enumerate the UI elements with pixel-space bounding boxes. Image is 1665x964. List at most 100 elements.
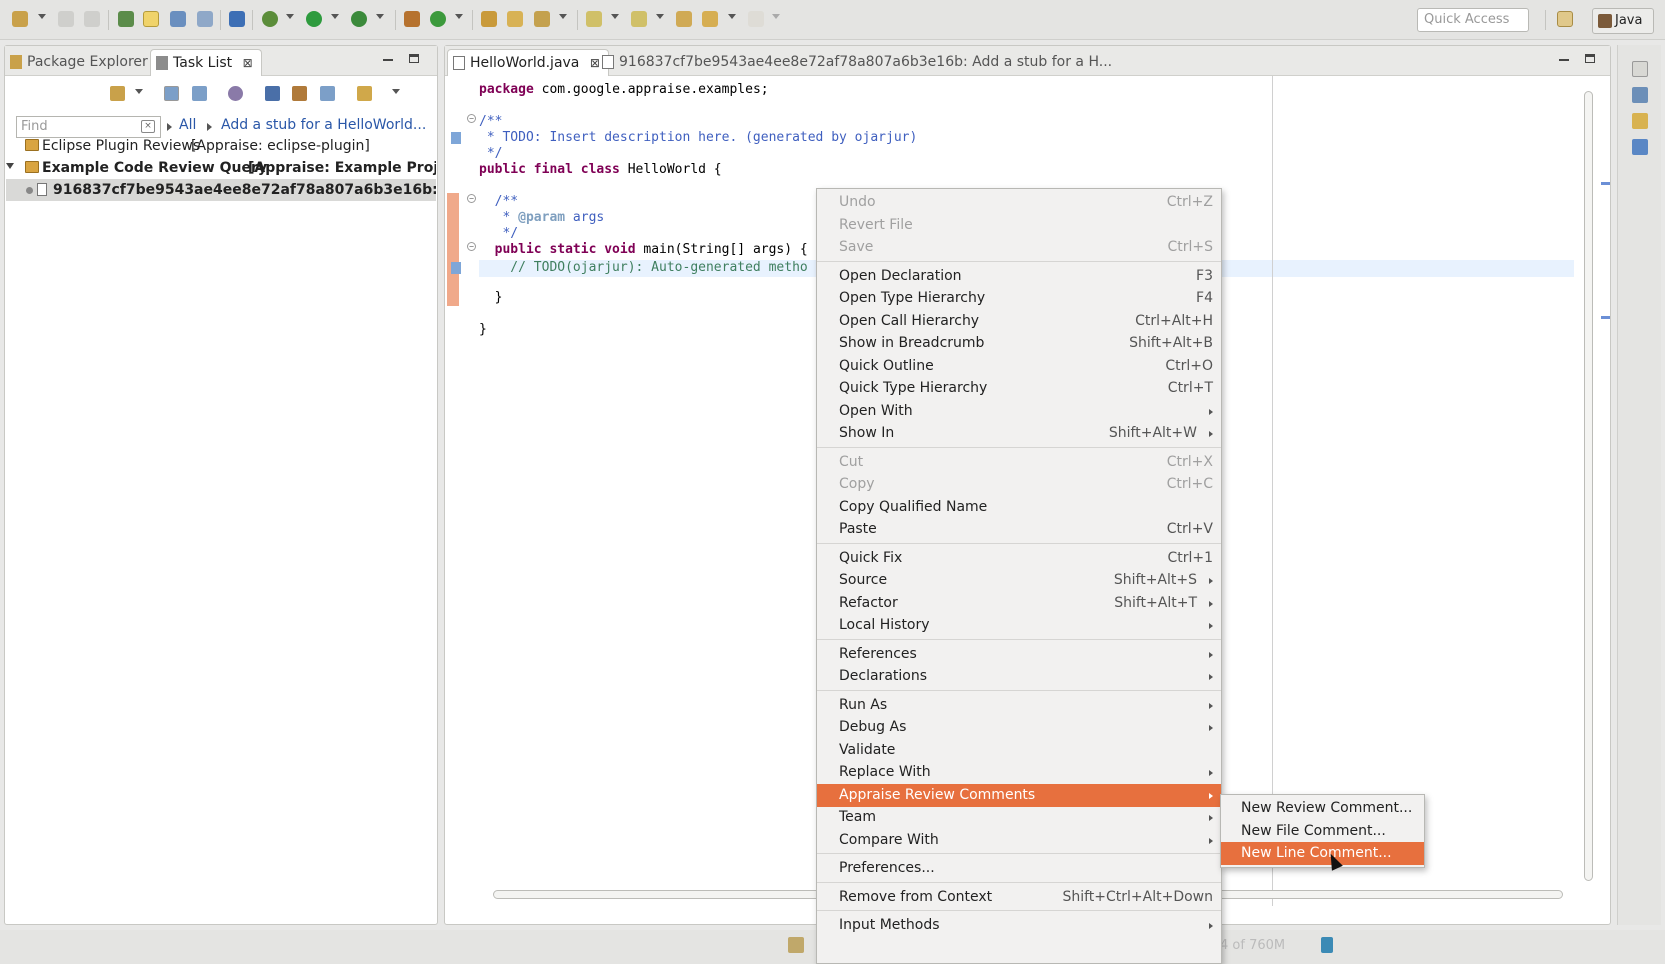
run-dropdown-icon[interactable] xyxy=(331,14,339,19)
review-comment-marker-icon[interactable] xyxy=(451,132,461,144)
submenu-item-new-file-comment[interactable]: New File Comment... xyxy=(1221,820,1424,843)
save-all-icon[interactable] xyxy=(84,11,100,27)
categorized-icon[interactable] xyxy=(164,86,179,101)
back-icon[interactable] xyxy=(702,11,718,27)
toggle-block-icon[interactable] xyxy=(170,11,186,27)
scrollbar-thumb[interactable] xyxy=(1584,91,1593,881)
menu-item-copy-qualified-name[interactable]: Copy Qualified Name xyxy=(817,496,1221,519)
last-edit-location-icon[interactable] xyxy=(676,11,692,27)
menu-item-declarations[interactable]: Declarations xyxy=(817,665,1221,688)
back-dropdown-icon[interactable] xyxy=(728,14,736,19)
menu-item-open-declaration[interactable]: Open Declaration F3 xyxy=(817,265,1221,288)
run-external-icon[interactable] xyxy=(351,11,367,27)
restore-icon[interactable] xyxy=(1632,61,1648,77)
forward-icon[interactable] xyxy=(748,11,764,27)
clear-icon[interactable]: × xyxy=(141,120,155,133)
task-repositories-icon[interactable] xyxy=(1632,113,1648,129)
maximize-icon[interactable] xyxy=(409,54,419,63)
search-dropdown-icon[interactable] xyxy=(559,14,567,19)
vertical-scrollbar[interactable] xyxy=(1582,76,1596,904)
previous-annotation-icon[interactable] xyxy=(631,11,647,27)
close-icon[interactable]: ⊠ xyxy=(243,50,253,76)
repository-icon[interactable] xyxy=(357,86,372,101)
fold-toggle-icon[interactable]: − xyxy=(467,194,476,203)
breadcrumb-task[interactable]: Add a stub for a HelloWorld... xyxy=(221,117,426,133)
run-icon[interactable] xyxy=(306,11,322,27)
view-menu-icon[interactable] xyxy=(392,89,400,94)
menu-item-preferences[interactable]: Preferences... xyxy=(817,857,1221,880)
task-repository-icon[interactable] xyxy=(118,11,134,27)
minimize-icon[interactable] xyxy=(1559,59,1569,61)
collapse-all-icon[interactable] xyxy=(320,86,335,101)
java-perspective-button[interactable]: Java xyxy=(1592,8,1654,34)
menu-item-quick-outline[interactable]: Quick Outline Ctrl+O xyxy=(817,355,1221,378)
menu-item-quick-fix[interactable]: Quick Fix Ctrl+1 xyxy=(817,547,1221,570)
menu-item-refactor[interactable]: Refactor Shift+Alt+T xyxy=(817,592,1221,615)
menu-item-references[interactable]: References xyxy=(817,643,1221,666)
fold-toggle-icon[interactable]: − xyxy=(467,242,476,251)
tab-helloworld-java[interactable]: HelloWorld.java ⊠ xyxy=(447,49,609,76)
debug-dropdown-icon[interactable] xyxy=(286,14,294,19)
overview-ruler-mark[interactable] xyxy=(1601,182,1610,185)
focus-icon[interactable] xyxy=(228,86,243,101)
menu-item-quick-type-hierarchy[interactable]: Quick Type Hierarchy Ctrl+T xyxy=(817,377,1221,400)
menu-item-source[interactable]: Source Shift+Alt+S xyxy=(817,569,1221,592)
problems-view-icon[interactable] xyxy=(1632,139,1648,155)
menu-item-open-type-hierarchy[interactable]: Open Type Hierarchy F4 xyxy=(817,287,1221,310)
minimize-icon[interactable] xyxy=(383,59,393,61)
menu-item-show-in[interactable]: Show In Shift+Alt+W xyxy=(817,422,1221,445)
tab-review-task[interactable]: 916837cf7be9543ae4ee8e72af78a807a6b3e16b… xyxy=(597,49,1120,76)
scheduled-icon[interactable] xyxy=(192,86,207,101)
tab-package-explorer[interactable]: Package Explorer xyxy=(5,49,156,76)
search-icon[interactable] xyxy=(534,11,550,27)
forward-dropdown-icon[interactable] xyxy=(772,14,780,19)
new-class-dropdown-icon[interactable] xyxy=(455,14,463,19)
submenu-item-new-line-comment[interactable]: New Line Comment... xyxy=(1221,842,1424,865)
external-dropdown-icon[interactable] xyxy=(376,14,384,19)
fold-toggle-icon[interactable]: − xyxy=(467,114,476,123)
menu-item-compare-with[interactable]: Compare With xyxy=(817,829,1221,852)
menu-item-input-methods[interactable]: Input Methods xyxy=(817,914,1221,937)
outline-view-icon[interactable] xyxy=(1632,87,1648,103)
open-task-icon[interactable] xyxy=(507,11,523,27)
overview-ruler-mark[interactable] xyxy=(1601,316,1610,319)
menu-item-show-in-breadcrumb[interactable]: Show in Breadcrumb Shift+Alt+B xyxy=(817,332,1221,355)
debug-icon[interactable] xyxy=(262,11,278,27)
menu-item-appraise-review-comments[interactable]: Appraise Review Comments xyxy=(817,783,1221,807)
quick-access-input[interactable]: Quick Access xyxy=(1417,8,1529,32)
menu-item-debug-as[interactable]: Debug As xyxy=(817,716,1221,739)
maximize-icon[interactable] xyxy=(1585,54,1595,63)
heap-status[interactable]: 4 of 760M xyxy=(1220,938,1285,953)
collapse-icon[interactable] xyxy=(265,86,280,101)
highlight-toggle-icon[interactable] xyxy=(143,11,159,27)
garbage-collect-icon[interactable] xyxy=(1321,937,1333,953)
new-wizard-icon[interactable] xyxy=(12,11,28,27)
review-comment-marker-icon[interactable] xyxy=(451,262,461,274)
open-perspective-icon[interactable] xyxy=(1557,11,1573,27)
next-annotation-dropdown-icon[interactable] xyxy=(611,14,619,19)
expand-arrow-icon[interactable] xyxy=(6,163,14,169)
menu-item-remove-from-context[interactable]: Remove from Context Shift+Ctrl+Alt+Down xyxy=(817,886,1221,909)
show-whitespace-icon[interactable] xyxy=(197,11,213,27)
menu-item-team[interactable]: Team xyxy=(817,806,1221,829)
synchronize-icon[interactable] xyxy=(292,86,307,101)
menu-item-open-call-hierarchy[interactable]: Open Call Hierarchy Ctrl+Alt+H xyxy=(817,310,1221,333)
new-package-icon[interactable] xyxy=(404,11,420,27)
tab-task-list[interactable]: Task List ⊠ xyxy=(150,49,262,76)
next-annotation-icon[interactable] xyxy=(586,11,602,27)
menu-item-replace-with[interactable]: Replace With xyxy=(817,761,1221,784)
new-class-icon[interactable] xyxy=(430,11,446,27)
status-icon[interactable] xyxy=(788,937,804,953)
tree-item-review-task[interactable]: 916837cf7be9543ae4ee8e72af78a807a6b3e16b… xyxy=(6,179,436,201)
breadcrumb-all[interactable]: All xyxy=(179,117,196,133)
menu-item-open-with[interactable]: Open With xyxy=(817,400,1221,423)
submenu-item-new-review-comment[interactable]: New Review Comment... xyxy=(1221,797,1424,820)
menu-item-validate[interactable]: Validate xyxy=(817,739,1221,762)
previous-annotation-dropdown-icon[interactable] xyxy=(656,14,664,19)
menu-item-local-history[interactable]: Local History xyxy=(817,614,1221,637)
tree-item-example-code-review-query[interactable]: Example Code Review Query [Appraise: Exa… xyxy=(6,157,436,179)
menu-item-run-as[interactable]: Run As xyxy=(817,694,1221,717)
menu-item-paste[interactable]: Paste Ctrl+V xyxy=(817,518,1221,541)
new-task-icon[interactable] xyxy=(110,86,125,101)
open-type-icon[interactable] xyxy=(481,11,497,27)
